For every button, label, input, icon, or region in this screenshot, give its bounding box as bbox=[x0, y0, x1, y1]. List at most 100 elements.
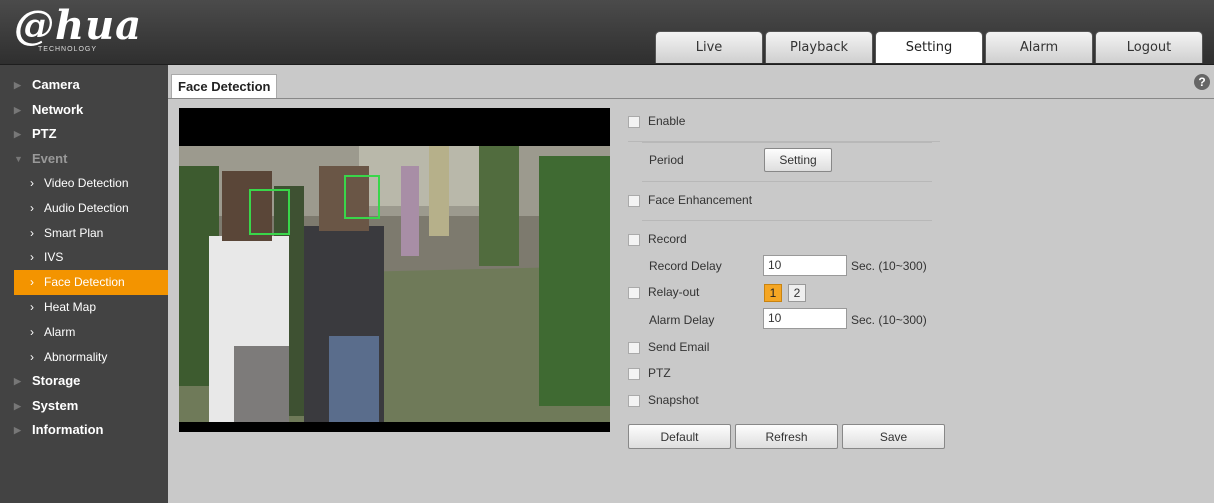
sidebar-item-event[interactable]: ▼ Event bbox=[0, 147, 168, 172]
sidebar-subitem-label: Video Detection bbox=[44, 176, 129, 190]
main-tabs: Live Playback Setting Alarm Logout bbox=[655, 31, 1205, 64]
checkbox-box[interactable] bbox=[628, 115, 640, 128]
chevron-right-icon: › bbox=[30, 250, 34, 265]
checkbox-label: PTZ bbox=[648, 366, 671, 380]
enable-checkbox[interactable]: Enable bbox=[628, 114, 685, 128]
sidebar-subitem-ivs[interactable]: › IVS bbox=[0, 245, 168, 270]
sidebar-subitem-label: Abnormality bbox=[44, 349, 108, 364]
face-detection-box bbox=[344, 175, 380, 219]
sidebar-subitem-heat-map[interactable]: › Heat Map bbox=[0, 295, 168, 320]
expand-triangle-icon: ▶ bbox=[14, 425, 21, 436]
tab-alarm[interactable]: Alarm bbox=[985, 31, 1093, 63]
checkbox-box[interactable] bbox=[628, 286, 640, 299]
relay-out-checkbox[interactable]: Relay-out bbox=[628, 285, 699, 299]
sidebar-subitem-alarm[interactable]: › Alarm bbox=[0, 320, 168, 345]
checkbox-label: Face Enhancement bbox=[648, 193, 753, 207]
video-preview bbox=[179, 108, 610, 432]
tab-logout[interactable]: Logout bbox=[1095, 31, 1203, 63]
dahua-logo: @hua bbox=[14, 2, 143, 49]
checkbox-box[interactable] bbox=[628, 367, 640, 380]
sidebar-item-label: Information bbox=[32, 422, 104, 438]
sidebar-subitem-label: Heat Map bbox=[44, 299, 97, 314]
chevron-right-icon: › bbox=[30, 299, 34, 314]
sidebar-item-label: Network bbox=[32, 101, 84, 117]
expand-triangle-icon: ▶ bbox=[14, 104, 21, 115]
sidebar: ▶ Camera ▶ Network ▶ PTZ ▼ Event › Video Dete… bbox=[0, 65, 168, 503]
page-title-tab: Face Detection bbox=[171, 74, 278, 99]
expand-triangle-icon: ▶ bbox=[14, 129, 21, 139]
expand-triangle-icon: ▶ bbox=[14, 80, 21, 90]
sidebar-subitem-audio-detection[interactable]: › Audio Detection bbox=[0, 196, 168, 221]
chevron-right-icon: › bbox=[30, 225, 34, 240]
help-icon[interactable]: ? bbox=[1194, 74, 1210, 90]
sidebar-subitem-smart-plan[interactable]: › Smart Plan bbox=[0, 221, 168, 246]
sidebar-item-label: Camera bbox=[32, 77, 80, 92]
sidebar-subitem-abnormality[interactable]: › Abnormality bbox=[0, 345, 168, 370]
chevron-right-icon: › bbox=[30, 275, 34, 290]
alarm-delay-input[interactable]: 10 bbox=[763, 308, 847, 329]
sidebar-subitem-video-detection[interactable]: › Video Detection bbox=[0, 171, 168, 196]
sidebar-item-label: System bbox=[32, 397, 79, 413]
record-delay-unit: Sec. (10~300) bbox=[851, 259, 927, 273]
relay-2-button[interactable]: 2 bbox=[788, 284, 806, 302]
sidebar-item-information[interactable]: ▶ Information bbox=[0, 418, 168, 443]
sidebar-item-ptz[interactable]: ▶ PTZ bbox=[0, 122, 168, 147]
alarm-delay-label: Alarm Delay bbox=[649, 313, 715, 327]
send-email-checkbox[interactable]: Send Email bbox=[628, 340, 709, 354]
checkbox-label: Record bbox=[648, 232, 687, 246]
sidebar-item-label: Storage bbox=[32, 373, 81, 389]
checkbox-box[interactable] bbox=[628, 341, 640, 354]
face-enhancement-checkbox[interactable]: Face Enhancement bbox=[628, 193, 752, 207]
checkbox-label: Snapshot bbox=[648, 393, 699, 407]
chevron-right-icon: › bbox=[30, 200, 34, 215]
sidebar-subitem-label: Alarm bbox=[44, 324, 76, 339]
relay-1-button[interactable]: 1 bbox=[764, 284, 782, 302]
record-delay-input[interactable]: 10 bbox=[763, 255, 847, 276]
sidebar-subitem-label: Audio Detection bbox=[44, 200, 129, 215]
sidebar-item-camera[interactable]: ▶ Camera bbox=[0, 73, 168, 98]
chevron-right-icon: › bbox=[30, 349, 34, 364]
default-button[interactable]: Default bbox=[628, 424, 731, 449]
expand-triangle-icon: ▶ bbox=[14, 400, 21, 411]
sidebar-item-label: PTZ bbox=[32, 126, 57, 141]
checkbox-box[interactable] bbox=[628, 233, 640, 246]
divider bbox=[642, 142, 932, 143]
checkbox-label: Relay-out bbox=[648, 285, 700, 299]
sidebar-subitem-label: IVS bbox=[44, 250, 64, 265]
sidebar-subitem-label: Face Detection bbox=[44, 275, 125, 290]
collapse-triangle-icon: ▼ bbox=[14, 153, 23, 164]
tab-setting[interactable]: Setting bbox=[875, 31, 983, 63]
sidebar-subitem-label: Smart Plan bbox=[44, 225, 104, 240]
logo-subtitle: TECHNOLOGY bbox=[38, 46, 98, 53]
ptz-checkbox[interactable]: PTZ bbox=[628, 366, 671, 380]
chevron-right-icon: › bbox=[30, 176, 34, 190]
divider bbox=[642, 181, 932, 182]
record-delay-label: Record Delay bbox=[649, 259, 722, 273]
tab-playback[interactable]: Playback bbox=[765, 31, 873, 63]
checkbox-box[interactable] bbox=[628, 194, 640, 207]
period-label: Period bbox=[649, 153, 684, 167]
face-detection-box bbox=[249, 189, 290, 235]
tab-live[interactable]: Live bbox=[655, 31, 763, 63]
checkbox-box[interactable] bbox=[628, 394, 640, 407]
checkbox-label: Enable bbox=[648, 114, 686, 128]
expand-triangle-icon: ▶ bbox=[14, 376, 21, 387]
sidebar-item-label: Event bbox=[32, 150, 68, 166]
divider bbox=[642, 220, 932, 221]
checkbox-label: Send Email bbox=[648, 340, 710, 354]
camera-scene-image bbox=[179, 146, 610, 422]
sidebar-item-storage[interactable]: ▶ Storage bbox=[0, 369, 168, 394]
tab-divider bbox=[168, 98, 1214, 99]
refresh-button[interactable]: Refresh bbox=[735, 424, 838, 449]
save-button[interactable]: Save bbox=[842, 424, 945, 449]
record-checkbox[interactable]: Record bbox=[628, 232, 687, 246]
sidebar-subitem-face-detection[interactable]: › Face Detection bbox=[14, 270, 168, 295]
chevron-right-icon: › bbox=[30, 324, 34, 339]
alarm-delay-unit: Sec. (10~300) bbox=[851, 313, 927, 327]
sidebar-item-system[interactable]: ▶ System bbox=[0, 394, 168, 419]
sidebar-item-network[interactable]: ▶ Network bbox=[0, 98, 168, 123]
snapshot-checkbox[interactable]: Snapshot bbox=[628, 393, 699, 407]
period-setting-button[interactable]: Setting bbox=[764, 148, 832, 172]
top-header: @hua TECHNOLOGY Live Playback Setting Al… bbox=[0, 0, 1214, 65]
scene-illustration bbox=[179, 146, 610, 422]
